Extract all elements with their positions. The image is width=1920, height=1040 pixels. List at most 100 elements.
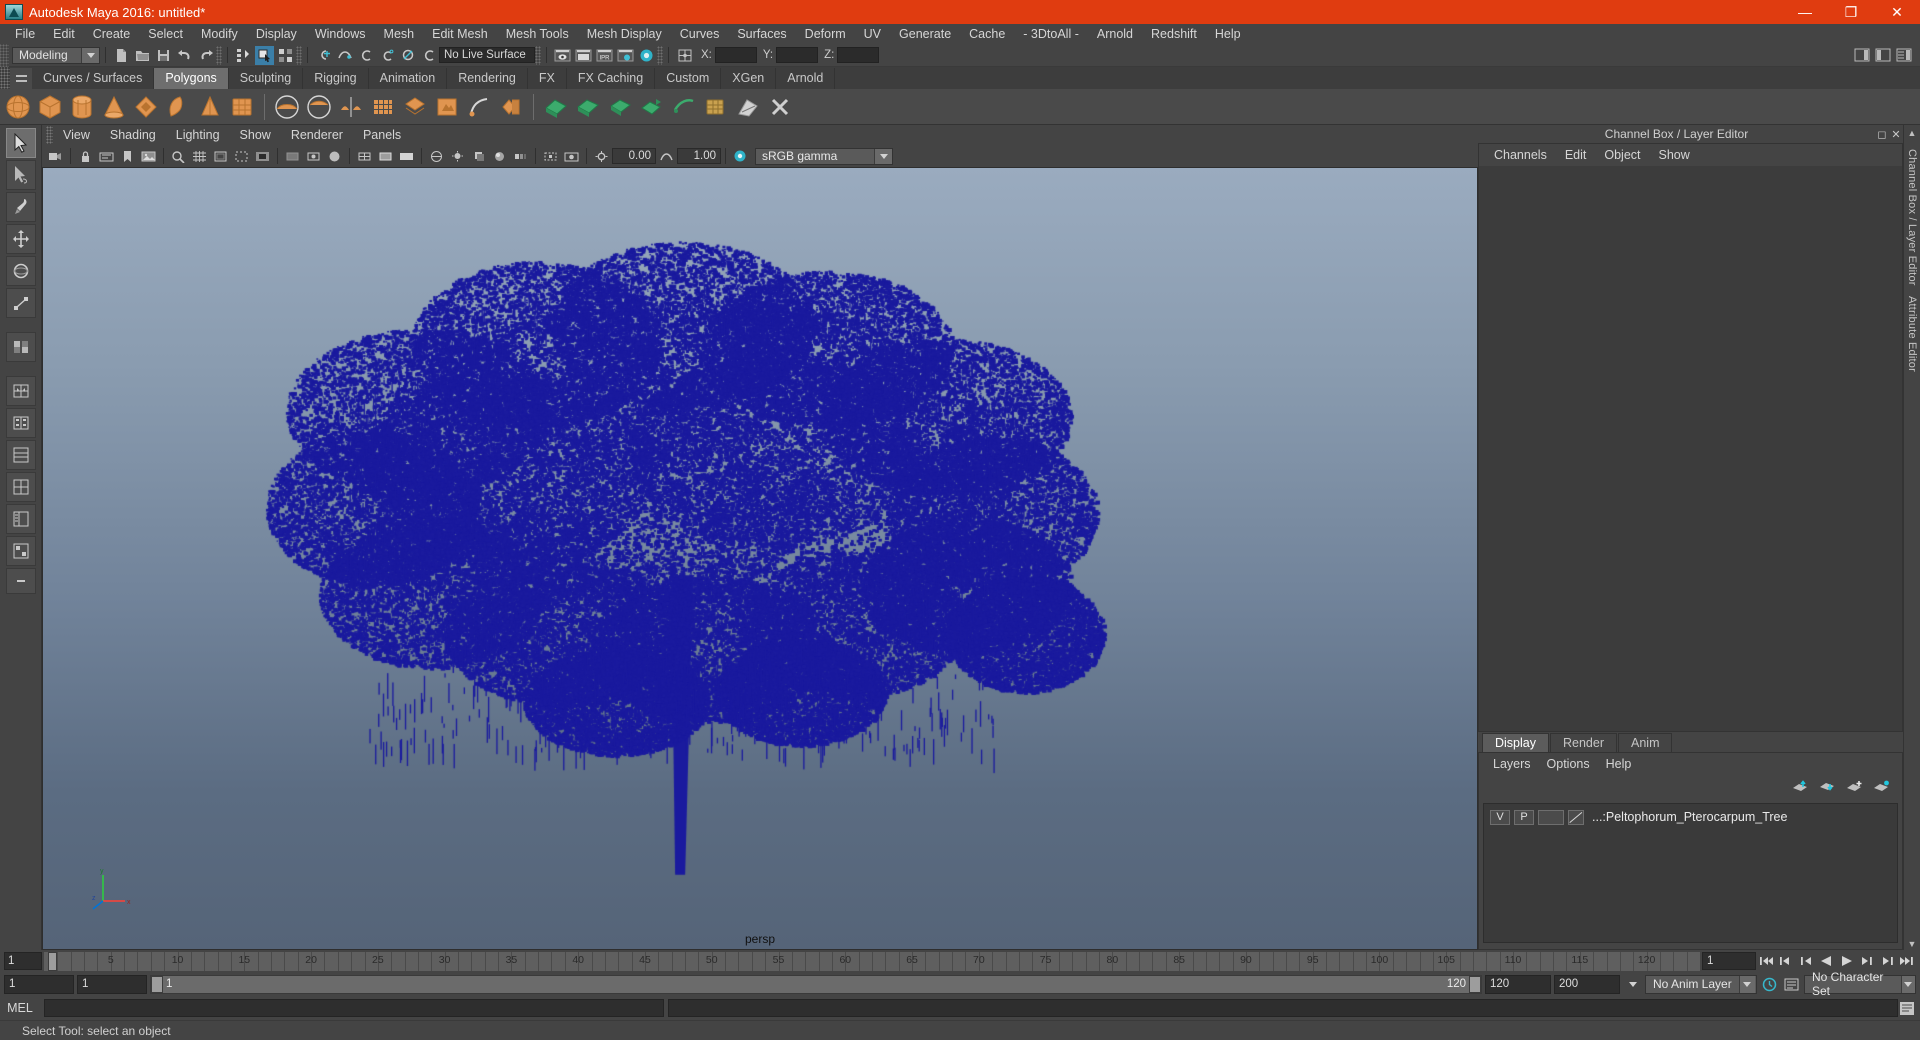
go-to-start-icon[interactable] (1757, 952, 1776, 971)
two-d-pan-zoom-icon[interactable] (168, 147, 188, 166)
render-view-icon[interactable] (553, 46, 572, 65)
viewport-menu-show[interactable]: Show (230, 125, 281, 145)
panel-close-icon[interactable]: ✕ (1889, 127, 1903, 141)
gate-mask-icon[interactable] (252, 147, 272, 166)
camera-attributes-icon[interactable] (96, 147, 116, 166)
menu-edit-mesh[interactable]: Edit Mesh (423, 24, 497, 44)
motion-blur-icon[interactable] (510, 147, 530, 166)
poly-pyramid-icon[interactable] (194, 91, 226, 123)
four-pane-icon[interactable] (5, 472, 36, 502)
undo-icon[interactable] (175, 46, 194, 65)
last-tool-icon[interactable] (5, 332, 36, 362)
menuset-selector[interactable]: Modeling (12, 46, 100, 64)
timeline-current-cursor[interactable] (48, 951, 57, 971)
snap-to-curve-icon[interactable] (335, 46, 354, 65)
poly-torus-icon[interactable] (130, 91, 162, 123)
snap-to-point-icon[interactable] (356, 46, 375, 65)
step-back-key-icon[interactable] (1777, 952, 1796, 971)
shadows-toggle-icon[interactable] (468, 147, 488, 166)
exposure-field[interactable]: 0.00 (612, 148, 656, 164)
toolbar-grip-1[interactable] (216, 45, 222, 65)
select-tool[interactable] (5, 128, 36, 158)
menu-edit[interactable]: Edit (44, 24, 84, 44)
exposure-icon[interactable] (591, 147, 611, 166)
menu-file[interactable]: File (6, 24, 44, 44)
panel-float-icon[interactable]: ◻ (1875, 127, 1889, 141)
toolbar-grip-2[interactable] (296, 45, 302, 65)
shelf-tab-custom[interactable]: Custom (655, 68, 722, 89)
menu-generate[interactable]: Generate (890, 24, 960, 44)
poly-bridge-icon[interactable] (700, 91, 732, 123)
menu-3dtoall[interactable]: - 3DtoAll - (1014, 24, 1088, 44)
menu-deform[interactable]: Deform (796, 24, 855, 44)
poly-extrude-icon[interactable] (636, 91, 668, 123)
dock-scroll-up-icon[interactable]: ▲ (1906, 127, 1919, 139)
viewport-menu-grip[interactable] (46, 126, 53, 144)
layer-shading-toggle[interactable] (1538, 809, 1564, 825)
statusline-grip[interactable] (0, 43, 9, 67)
xray-joints-icon[interactable] (303, 147, 323, 166)
menu-mesh[interactable]: Mesh (375, 24, 424, 44)
bookmark-icon[interactable] (117, 147, 137, 166)
layer-menu-help[interactable]: Help (1598, 753, 1640, 775)
toolbar-grip-4[interactable] (657, 45, 663, 65)
snap-to-grid-icon[interactable] (314, 46, 333, 65)
range-left-handle[interactable] (151, 975, 163, 993)
move-layer-down-icon[interactable] (1819, 780, 1836, 797)
editor-toggle-icon[interactable] (675, 46, 694, 65)
snap-to-view-plane-icon[interactable] (398, 46, 417, 65)
snap-to-projected-center-icon[interactable] (377, 46, 396, 65)
show-hide-attribute-editor-icon[interactable] (1852, 46, 1871, 65)
playback-options-icon[interactable] (1623, 975, 1642, 994)
shelf-tab-animation[interactable]: Animation (368, 68, 448, 89)
save-scene-icon[interactable] (154, 46, 173, 65)
toolbar-grip-3[interactable] (535, 45, 541, 65)
wireframe-icon[interactable] (354, 147, 374, 166)
channel-box-content[interactable] (1479, 166, 1902, 731)
z-coord-field[interactable] (837, 47, 880, 63)
gamma-field[interactable]: 1.00 (677, 148, 721, 164)
hypershade-icon[interactable] (637, 46, 656, 65)
scale-tool[interactable] (5, 288, 36, 318)
anim-layer-selector[interactable]: No Anim Layer (1645, 974, 1757, 994)
character-set-selector[interactable]: No Character Set (1804, 970, 1916, 998)
viewport-menu-shading[interactable]: Shading (100, 125, 166, 145)
shaded-icon[interactable] (324, 147, 344, 166)
range-right-handle[interactable] (1469, 975, 1481, 993)
anim-layer-dropdown-arrow[interactable] (1738, 975, 1755, 993)
show-hide-tool-settings-icon[interactable] (1873, 46, 1892, 65)
move-layer-up-icon[interactable] (1792, 779, 1809, 797)
two-pane-side-icon[interactable] (5, 408, 36, 438)
animation-preferences-icon[interactable] (1782, 975, 1801, 994)
wireframe-on-shaded-icon[interactable] (375, 147, 395, 166)
menu-create[interactable]: Create (84, 24, 140, 44)
poly-prism-icon[interactable] (226, 91, 258, 123)
timeline-track[interactable]: 5 10 15 20 25 30 35 40 45 50 55 60 65 70 75 80 85 90 95 100… (44, 951, 1700, 971)
create-new-layer-icon[interactable] (1846, 780, 1863, 797)
channel-box-menu-channels[interactable]: Channels (1485, 144, 1556, 166)
color-space-selector[interactable]: sRGB gamma (755, 147, 893, 165)
shelf-grip[interactable] (0, 67, 10, 89)
menu-windows[interactable]: Windows (306, 24, 375, 44)
poly-separate-icon[interactable] (540, 91, 572, 123)
play-forwards-icon[interactable] (1837, 952, 1856, 971)
poly-soccer-ball-icon[interactable] (335, 91, 367, 123)
poly-booleans-icon[interactable] (572, 91, 604, 123)
viewport-menu-view[interactable]: View (53, 125, 100, 145)
hypershade-layout-icon[interactable] (5, 536, 36, 566)
color-space-dropdown-arrow[interactable] (874, 148, 892, 164)
maximize-button[interactable]: ❐ (1828, 0, 1874, 24)
range-start-field[interactable]: 1 (77, 974, 147, 994)
shelf-tab-sculpting[interactable]: Sculpting (228, 68, 304, 89)
open-scene-icon[interactable] (133, 46, 152, 65)
menu-modify[interactable]: Modify (192, 24, 247, 44)
menu-select[interactable]: Select (139, 24, 192, 44)
shelf-tab-rendering[interactable]: Rendering (447, 68, 528, 89)
poly-delete-icon[interactable] (764, 91, 796, 123)
y-coord-field[interactable] (776, 47, 819, 63)
poly-sweep-icon[interactable] (463, 91, 495, 123)
redo-icon[interactable] (196, 46, 215, 65)
poly-bevel-icon[interactable] (668, 91, 700, 123)
screen-space-ao-icon[interactable] (489, 147, 509, 166)
dock-label-attribute-editor[interactable]: Attribute Editor (1906, 296, 1918, 372)
